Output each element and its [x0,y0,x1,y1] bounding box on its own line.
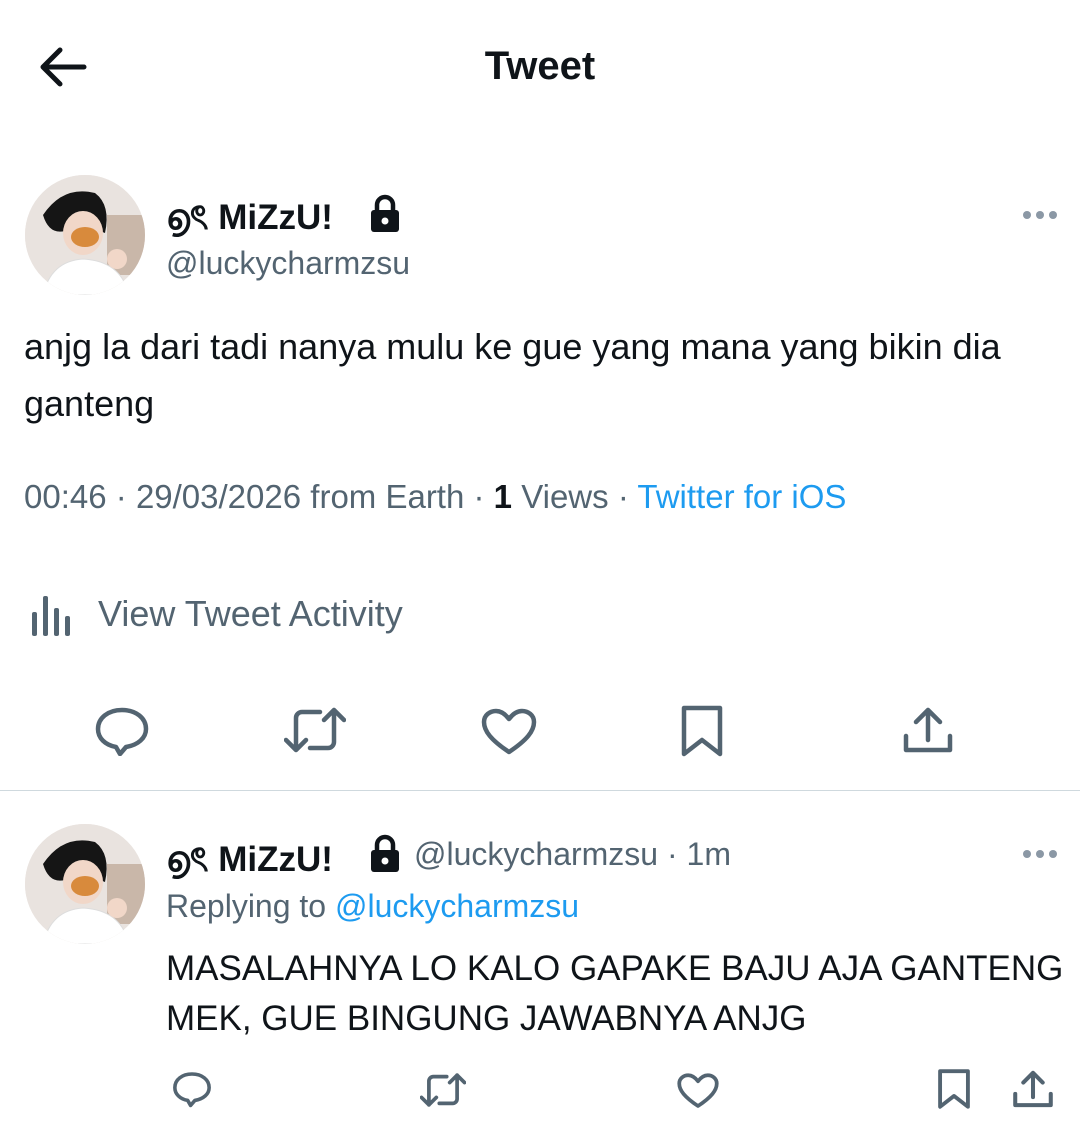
reply-button[interactable] [94,706,150,756]
reply-display-name: ൭ৎ MiZzU! [166,832,333,891]
reply-more-options-button[interactable] [1022,847,1062,861]
more-horizontal-icon [1023,211,1057,219]
reply-bookmark-button[interactable] [937,1068,971,1110]
reply-retweet-button[interactable] [420,1072,466,1108]
reply-icon [95,707,149,756]
view-tweet-activity-label: View Tweet Activity [98,593,403,634]
tweet-meta: 00:46 · 29/03/2026 from Earth · 1 Views … [24,478,846,516]
share-icon [1013,1070,1053,1108]
tweet-time[interactable]: 00:46 [24,478,107,515]
share-button[interactable] [902,704,954,756]
reply-reply-button[interactable] [172,1070,212,1108]
avatar[interactable] [25,175,145,295]
avatar-photo [25,175,145,295]
divider [0,790,1080,791]
retweet-icon [420,1073,466,1107]
separator: · [473,478,485,515]
like-icon [677,1073,719,1108]
like-icon [481,708,537,755]
reply-text: MASALAHNYA LO KALO GAPAKE BAJU AJA GANTE… [166,949,1064,1038]
views-count: 1 [493,478,513,515]
reply-display-name-text[interactable]: ൭ৎ MiZzU! [166,840,333,879]
tweet-text: anjg la dari tadi nanya mulu ke gue yang… [24,326,1001,424]
views-label: Views [521,478,609,515]
bookmark-icon [681,705,723,757]
analytics-icon [32,596,70,636]
display-name: ൭ৎ MiZzU! [166,190,333,249]
avatar-photo [25,824,145,944]
reply-handle[interactable]: @luckycharmzsu · 1m [414,836,731,873]
reply-time[interactable]: · 1m [667,836,731,872]
share-icon [903,707,953,753]
lock-icon [368,194,402,234]
source-link[interactable]: Twitter for iOS [637,478,846,515]
reply-handle-text[interactable]: @luckycharmzsu [414,836,658,872]
lock-icon [368,834,402,874]
replying-to: Replying to @luckycharmzsu [166,888,579,925]
reply-avatar[interactable] [25,824,145,944]
reply-icon [173,1072,211,1108]
separator: · [115,478,127,515]
reply-like-button[interactable] [677,1073,719,1109]
like-button[interactable] [481,708,537,756]
view-tweet-activity-button[interactable]: View Tweet Activity [28,586,403,642]
tweet-date[interactable]: 29/03/2026 [136,478,301,515]
retweet-icon [284,707,346,753]
more-horizontal-icon [1023,850,1057,858]
replying-to-label: Replying to [166,888,327,924]
bookmark-icon [938,1069,970,1109]
replying-to-handle-link[interactable]: @luckycharmzsu [335,888,579,924]
handle[interactable]: @luckycharmzsu [166,245,410,282]
separator: · [617,478,629,515]
reply-share-button[interactable] [1012,1068,1054,1110]
page-title: Tweet [484,44,596,88]
more-options-button[interactable] [1022,208,1062,222]
display-name-text[interactable]: ൭ৎ MiZzU! [166,198,333,237]
retweet-button[interactable] [284,706,346,754]
tweet-location: from Earth [310,478,465,515]
bookmark-button[interactable] [680,704,724,758]
